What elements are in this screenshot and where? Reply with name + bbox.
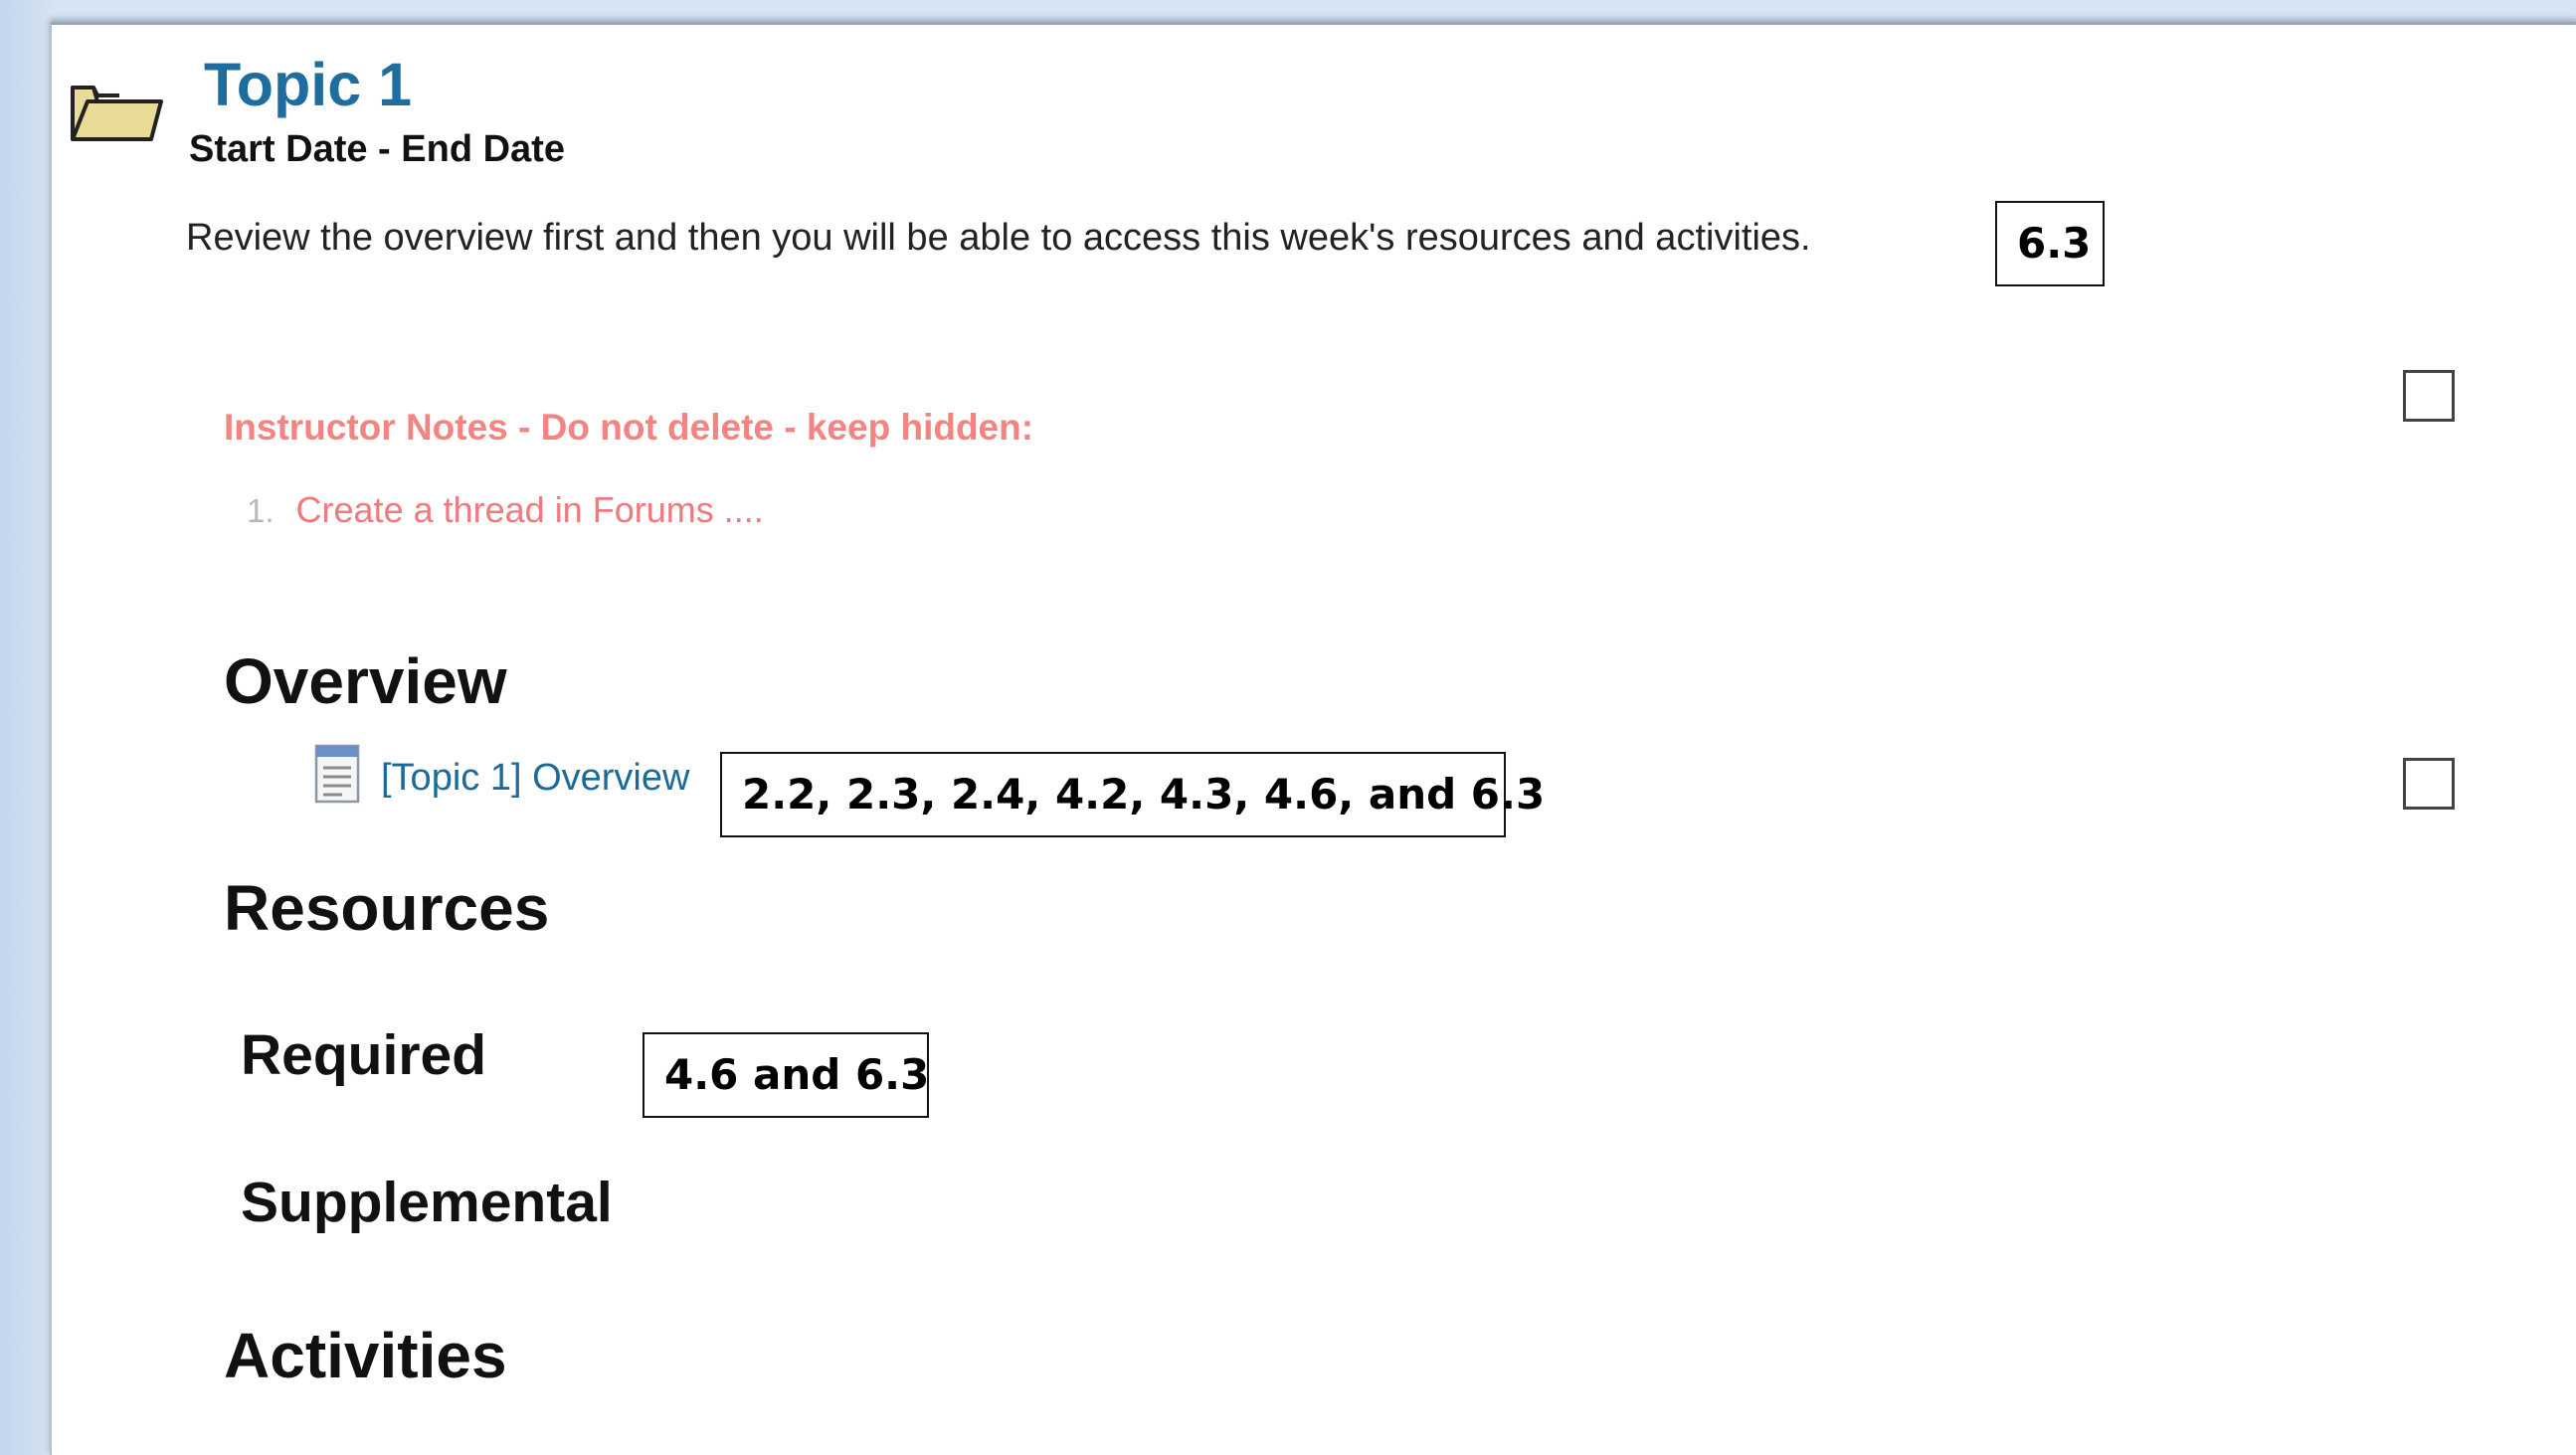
instructor-notes-completion-checkbox[interactable]: [2403, 370, 2455, 422]
required-standards-badge: 4.6 and 6.3: [643, 1032, 929, 1118]
topic-title: Topic 1: [204, 51, 413, 118]
overview-heading: Overview: [224, 645, 507, 717]
overview-standards-badge: 2.2, 2.3, 2.4, 4.2, 4.3, 4.6, and 6.3: [720, 752, 1545, 837]
topic-summary: Review the overview first and then you w…: [186, 217, 1811, 259]
folder-icon: [71, 86, 163, 141]
required-heading: Required: [241, 1023, 487, 1087]
overview-completion-checkbox[interactable]: [2403, 758, 2455, 810]
page-icon: [314, 744, 360, 804]
summary-standard-badge: 6.3: [1995, 201, 2105, 286]
supplemental-heading: Supplemental: [241, 1171, 613, 1234]
overview-page-link[interactable]: [Topic 1] Overview: [381, 757, 689, 800]
resources-heading: Resources: [224, 872, 550, 944]
instructor-notes-item-text: Create a thread in Forums ....: [295, 489, 764, 530]
instructor-notes-heading: Instructor Notes - Do not delete - keep …: [224, 407, 1034, 448]
activities-heading: Activities: [224, 1320, 507, 1391]
instructor-notes-item: 1. Create a thread in Forums ....: [247, 490, 764, 530]
instructor-notes-item-number: 1.: [247, 492, 275, 529]
topic-dates: Start Date - End Date: [189, 128, 565, 170]
